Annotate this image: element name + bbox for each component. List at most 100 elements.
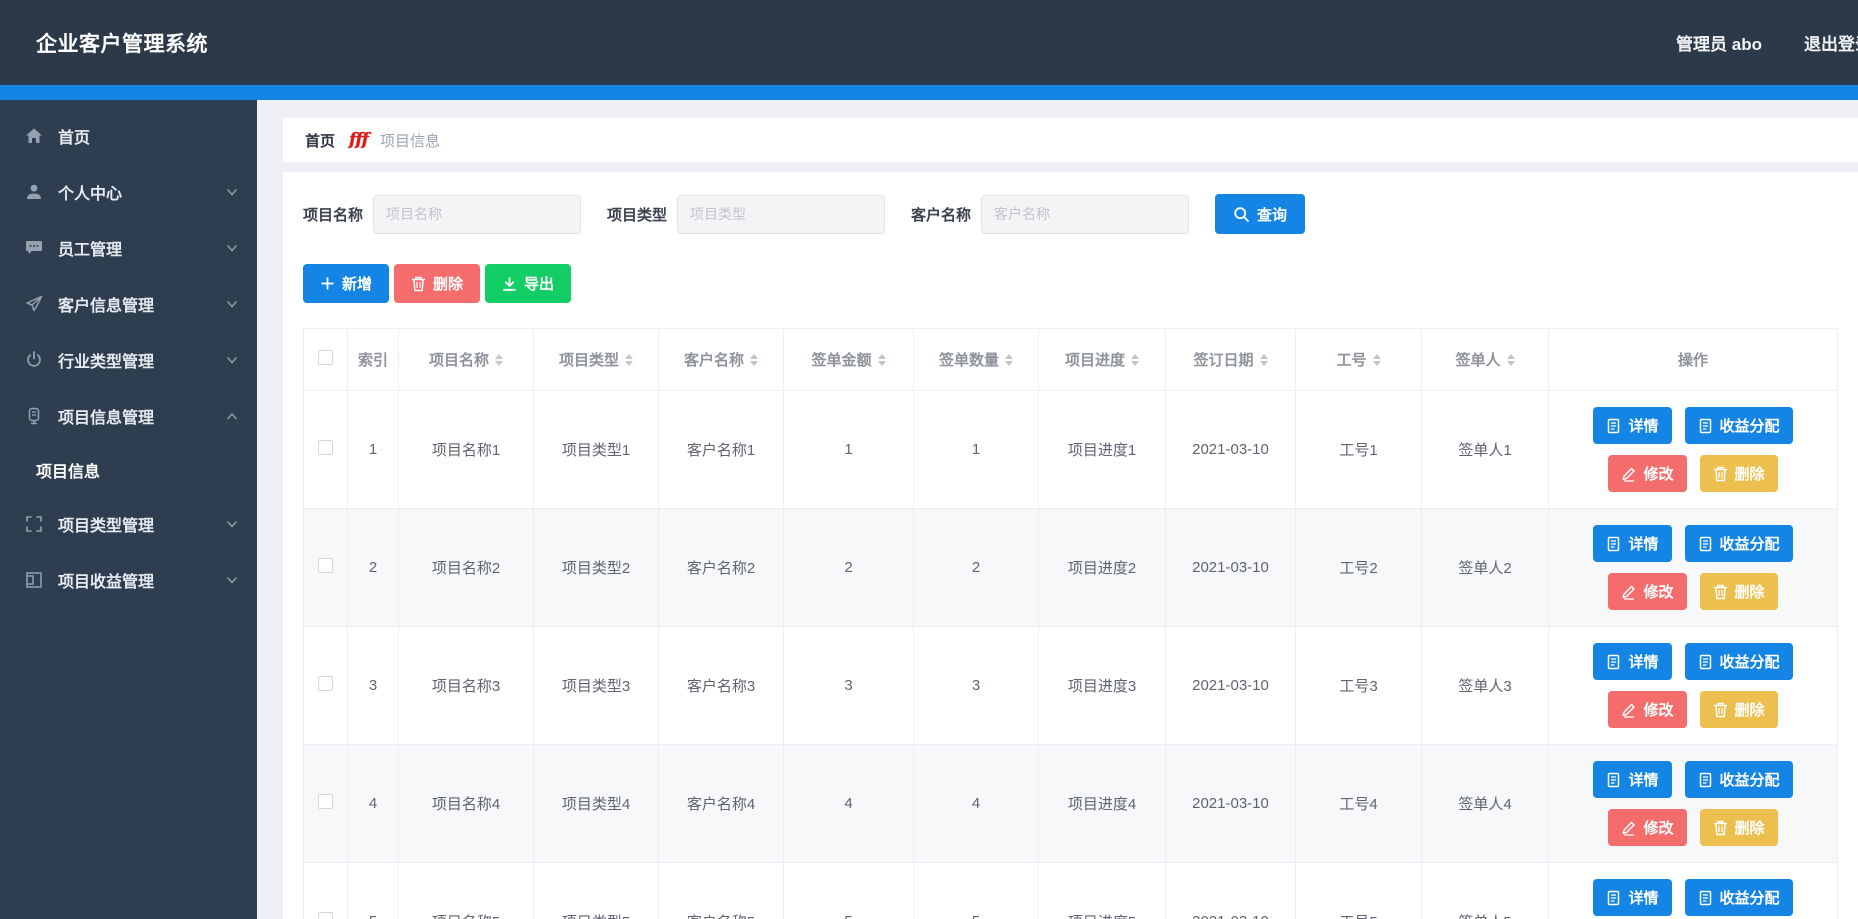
- sort-icon[interactable]: [1373, 354, 1381, 366]
- cell-quantity: 1: [914, 391, 1039, 509]
- search-input-name[interactable]: [373, 195, 581, 234]
- row-checkbox[interactable]: [318, 440, 333, 455]
- cell-index: 1: [348, 391, 399, 509]
- main-layout: 首页个人中心员工管理客户信息管理行业类型管理项目信息管理项目信息项目类型管理项目…: [0, 100, 1858, 919]
- cell-worker: 工号2: [1296, 509, 1422, 627]
- sort-icon[interactable]: [1131, 354, 1139, 366]
- sidebar-item-员工管理[interactable]: 员工管理: [0, 220, 257, 276]
- search-button[interactable]: 查询: [1215, 194, 1305, 234]
- delete-row-button[interactable]: 删除: [1700, 573, 1778, 610]
- header-accent-bar: [0, 85, 1858, 100]
- column-header-progress[interactable]: 项目进度: [1039, 329, 1166, 391]
- sort-icon[interactable]: [878, 354, 886, 366]
- breadcrumb-current: 项目信息: [380, 130, 440, 151]
- user-icon: [24, 182, 44, 202]
- delete-row-button[interactable]: 删除: [1700, 691, 1778, 728]
- chevron-up-icon: [225, 409, 239, 423]
- profit-row-button[interactable]: 收益分配: [1685, 761, 1793, 798]
- select-all-checkbox[interactable]: [318, 350, 333, 365]
- table-row: 4项目名称4项目类型4客户名称444项目进度42021-03-10工号4签单人4…: [304, 745, 1838, 863]
- sidebar-item-项目信息管理[interactable]: 项目信息管理: [0, 388, 257, 444]
- cell-progress: 项目进度4: [1039, 745, 1166, 863]
- detail-row-button[interactable]: 详情: [1593, 761, 1671, 798]
- breadcrumb-home-link[interactable]: 首页: [305, 130, 335, 151]
- profit-row-button[interactable]: 收益分配: [1685, 525, 1793, 562]
- cell-amount: 5: [784, 863, 914, 919]
- sidebar-item-项目收益管理[interactable]: 项目收益管理: [0, 552, 257, 608]
- cell-quantity: 2: [914, 509, 1039, 627]
- table-row: 3项目名称3项目类型3客户名称333项目进度32021-03-10工号3签单人3…: [304, 627, 1838, 745]
- column-header-quantity[interactable]: 签单数量: [914, 329, 1039, 391]
- data-table: 索引项目名称项目类型客户名称签单金额签单数量项目进度签订日期工号签单人操作1项目…: [303, 328, 1838, 919]
- detail-row-button[interactable]: 详情: [1593, 643, 1671, 680]
- profit-row-button[interactable]: 收益分配: [1685, 879, 1793, 916]
- detail-row-button[interactable]: 详情: [1593, 407, 1671, 444]
- row-button-label: 收益分配: [1720, 651, 1780, 672]
- sort-icon[interactable]: [495, 354, 503, 366]
- row-button-label: 详情: [1628, 651, 1658, 672]
- column-label: 操作: [1678, 349, 1708, 370]
- cell-progress: 项目进度3: [1039, 627, 1166, 745]
- cell-actions: 详情收益分配修改删除: [1549, 391, 1838, 509]
- sidebar-item-项目类型管理[interactable]: 项目类型管理: [0, 496, 257, 552]
- search-input-customer[interactable]: [981, 195, 1189, 234]
- sort-icon[interactable]: [1507, 354, 1515, 366]
- cell-quantity: 4: [914, 745, 1039, 863]
- search-field-customer: 客户名称: [911, 195, 1215, 234]
- sidebar-item-客户信息管理[interactable]: 客户信息管理: [0, 276, 257, 332]
- cell-progress: 项目进度5: [1039, 863, 1166, 919]
- sidebar-item-首页[interactable]: 首页: [0, 108, 257, 164]
- delete-button[interactable]: 删除: [394, 264, 480, 303]
- detail-row-button[interactable]: 详情: [1593, 879, 1671, 916]
- column-header-amount[interactable]: 签单金额: [784, 329, 914, 391]
- sidebar-item-行业类型管理[interactable]: 行业类型管理: [0, 332, 257, 388]
- header-right: 管理员 abo 退出登录: [1676, 30, 1858, 55]
- search-input-type[interactable]: [677, 195, 885, 234]
- edit-row-button[interactable]: 修改: [1608, 691, 1686, 728]
- sort-icon[interactable]: [750, 354, 758, 366]
- column-header-type[interactable]: 项目类型: [534, 329, 659, 391]
- row-button-label: 修改: [1643, 581, 1673, 602]
- profit-row-button[interactable]: 收益分配: [1685, 407, 1793, 444]
- row-checkbox[interactable]: [318, 558, 333, 573]
- cell-type: 项目类型1: [534, 391, 659, 509]
- row-button-label: 详情: [1628, 887, 1658, 908]
- column-header-customer[interactable]: 客户名称: [659, 329, 784, 391]
- trash-icon: [411, 276, 426, 292]
- document-icon: [1606, 654, 1621, 670]
- logout-link[interactable]: 退出登录: [1804, 30, 1858, 55]
- delete-row-button[interactable]: 删除: [1700, 455, 1778, 492]
- chat-icon: [24, 238, 44, 258]
- column-header-worker[interactable]: 工号: [1296, 329, 1422, 391]
- edit-row-button[interactable]: 修改: [1608, 573, 1686, 610]
- row-checkbox[interactable]: [318, 912, 333, 919]
- sort-icon[interactable]: [1005, 354, 1013, 366]
- sort-icon[interactable]: [625, 354, 633, 366]
- detail-row-button[interactable]: 详情: [1593, 525, 1671, 562]
- cell-worker: 工号1: [1296, 391, 1422, 509]
- delete-row-button[interactable]: 删除: [1700, 809, 1778, 846]
- row-button-label: 收益分配: [1720, 769, 1780, 790]
- content-card: 项目名称项目类型客户名称查询 新增 删除 导出: [283, 172, 1858, 919]
- add-button[interactable]: 新增: [303, 264, 389, 303]
- sidebar-subitem-项目信息[interactable]: 项目信息: [0, 444, 257, 496]
- cell-date: 2021-03-10: [1166, 391, 1296, 509]
- edit-row-button[interactable]: 修改: [1608, 809, 1686, 846]
- column-header-name[interactable]: 项目名称: [399, 329, 534, 391]
- admin-user-link[interactable]: 管理员 abo: [1676, 30, 1762, 55]
- row-checkbox[interactable]: [318, 676, 333, 691]
- column-header-date[interactable]: 签订日期: [1166, 329, 1296, 391]
- column-header-index: 索引: [348, 329, 399, 391]
- sort-icon[interactable]: [1260, 354, 1268, 366]
- column-label: 工号: [1336, 349, 1366, 370]
- home-icon: [24, 126, 44, 146]
- sidebar-item-个人中心[interactable]: 个人中心: [0, 164, 257, 220]
- column-header-signer[interactable]: 签单人: [1422, 329, 1549, 391]
- column-label: 签单人: [1455, 349, 1500, 370]
- trash-icon: [1713, 702, 1728, 718]
- export-button[interactable]: 导出: [485, 264, 571, 303]
- profit-row-button[interactable]: 收益分配: [1685, 643, 1793, 680]
- edit-row-button[interactable]: 修改: [1608, 455, 1686, 492]
- sidebar-item-label: 行业类型管理: [58, 348, 154, 372]
- row-checkbox[interactable]: [318, 794, 333, 809]
